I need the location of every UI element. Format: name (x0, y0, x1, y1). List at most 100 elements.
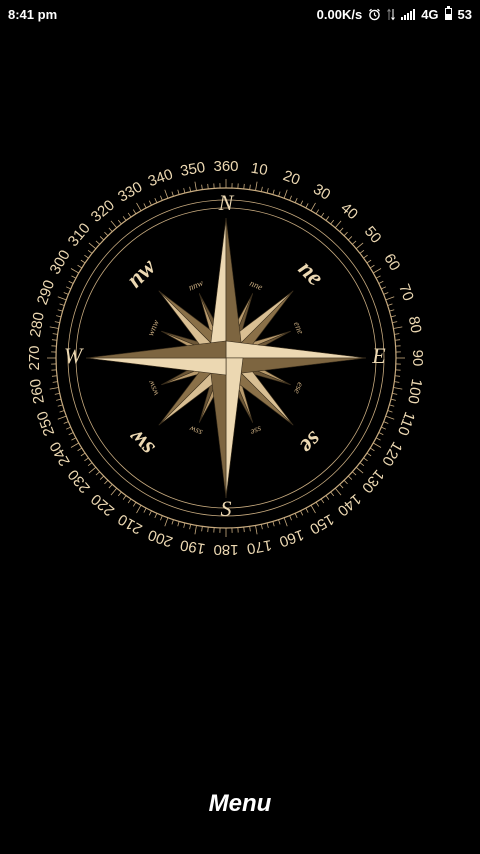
degree-tick (189, 524, 192, 530)
degree-tick (77, 447, 83, 452)
degree-tick (160, 515, 163, 521)
degree-tick (99, 475, 104, 480)
degree-tick (136, 505, 142, 514)
degree-tick (348, 236, 353, 241)
cardinal-label-north: N (218, 190, 235, 215)
degree-tick (71, 437, 77, 441)
degree-tick (352, 240, 357, 245)
battery-icon (444, 6, 452, 20)
degree-tick (375, 275, 381, 279)
degree-label: 20 (281, 167, 302, 189)
degree-tick (160, 195, 163, 201)
network-type: 4G (421, 6, 439, 22)
degree-tick (132, 501, 137, 507)
degree-tick (325, 495, 330, 500)
degree-tick (325, 216, 330, 221)
degree-tick (63, 292, 69, 295)
degree-tick (348, 475, 353, 480)
degree-label: 350 (179, 159, 207, 180)
degree-tick (143, 507, 147, 513)
degree-tick (80, 452, 86, 457)
degree-tick (266, 188, 269, 194)
degree-label: 70 (395, 282, 417, 303)
degree-tick (283, 189, 288, 199)
degree-tick (108, 227, 113, 232)
degree-label: 190 (179, 536, 207, 557)
degree-tick (127, 212, 132, 218)
degree-tick (63, 421, 69, 424)
degree-tick (373, 442, 382, 448)
degree-tick (393, 326, 403, 329)
signal-icon (401, 8, 416, 20)
degree-tick (52, 333, 58, 335)
degree-tick (294, 513, 298, 519)
cardinal-label-south: S (221, 496, 232, 521)
degree-tick (320, 498, 325, 504)
degree-label: 50 (361, 223, 385, 247)
degree-tick (59, 410, 65, 413)
degree-tick (201, 184, 203, 190)
degree-tick (88, 466, 97, 474)
degree-tick (57, 415, 67, 420)
degree-label: 200 (146, 526, 175, 551)
rose-point (85, 357, 227, 376)
degree-tick (87, 249, 93, 254)
degree-label: 100 (404, 377, 425, 405)
degree-tick (392, 321, 398, 324)
degree-tick (177, 189, 180, 195)
rose-point (208, 357, 227, 499)
inner-point-label: ese (292, 381, 306, 395)
degree-tick (366, 259, 372, 264)
degree-label: 300 (47, 247, 74, 277)
degree-tick (189, 186, 192, 192)
degree-tick (383, 292, 389, 295)
degree-label: 40 (337, 199, 361, 223)
degree-tick (334, 220, 342, 229)
menu-button[interactable]: Menu (0, 790, 480, 818)
degree-tick (148, 200, 152, 206)
degree-tick (71, 275, 77, 279)
degree-tick (49, 326, 59, 329)
degree-tick (243, 183, 245, 189)
degree-tick (385, 296, 395, 301)
degree-tick (375, 437, 381, 441)
degree-tick (171, 191, 174, 197)
degree-tick (104, 480, 109, 485)
degree-tick (393, 387, 403, 390)
rose-point (225, 357, 244, 499)
degree-tick (330, 491, 335, 497)
degree-label: 310 (65, 220, 94, 250)
cardinal-label-west: W (64, 343, 84, 368)
degree-tick (110, 487, 118, 496)
degree-tick (373, 268, 382, 274)
degree-tick (57, 309, 63, 312)
degree-tick (394, 333, 400, 335)
degree-tick (395, 339, 401, 341)
degree-tick (390, 315, 396, 318)
degree-tick (207, 527, 209, 533)
degree-tick (363, 457, 368, 462)
degree-tick (334, 487, 342, 496)
degree-tick (359, 249, 365, 254)
degree-label: 90 (409, 350, 426, 367)
degree-label: 140 (334, 490, 364, 519)
degree-tick (56, 398, 62, 401)
degree-tick (355, 466, 364, 474)
degree-tick (305, 203, 309, 209)
degree-tick (68, 280, 74, 284)
degree-tick (260, 186, 263, 192)
degree-tick (57, 296, 67, 301)
degree-tick (310, 202, 316, 211)
degree-tick (117, 219, 122, 225)
rose-point (225, 357, 367, 376)
degree-tick (95, 471, 100, 476)
degree-tick (108, 484, 113, 489)
degree-label: 240 (47, 439, 74, 469)
degree-tick (381, 426, 387, 430)
degree-tick (164, 517, 169, 527)
degree-tick (363, 254, 368, 259)
degree-label: 210 (115, 510, 145, 537)
inner-point-label: nne (248, 278, 264, 292)
degree-tick (378, 432, 384, 436)
degree-tick (394, 381, 400, 383)
